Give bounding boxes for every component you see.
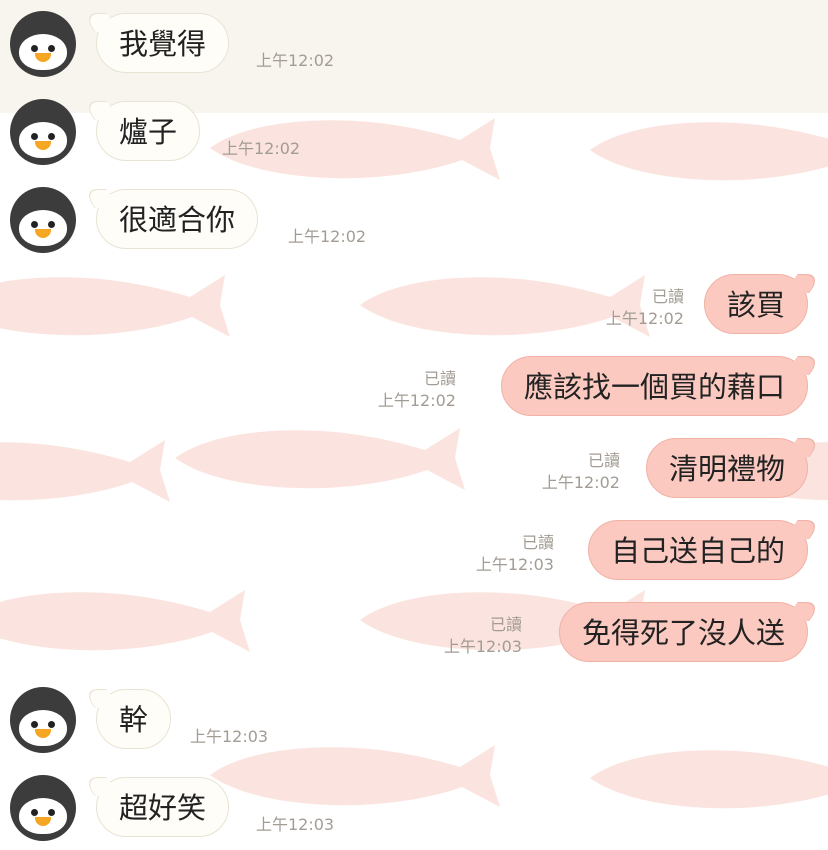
message-timestamp: 上午12:02: [288, 227, 367, 246]
avatar-beak: [35, 729, 51, 738]
avatar-eye-left: [31, 809, 38, 816]
avatar-eye-right: [48, 809, 55, 816]
outgoing-message-bubble[interactable]: 清明禮物: [645, 438, 808, 498]
incoming-message-bubble[interactable]: 我覺得: [96, 13, 230, 73]
message-row[interactable]: 已讀 上午12:02 清明禮物: [0, 436, 828, 508]
incoming-message-bubble[interactable]: 幹: [96, 689, 172, 749]
outgoing-message-bubble[interactable]: 自己送自己的: [587, 520, 808, 580]
penguin-avatar-icon[interactable]: [10, 187, 76, 253]
avatar-eye-right: [48, 45, 55, 52]
avatar-beak: [35, 53, 51, 62]
avatar-beak: [35, 817, 51, 826]
avatar-face: [19, 798, 67, 834]
outgoing-message-bubble[interactable]: 免得死了沒人送: [558, 602, 808, 662]
avatar-eye-right: [48, 221, 55, 228]
message-timestamp: 上午12:02: [605, 309, 684, 328]
message-read-status: 已讀 上午12:03: [444, 614, 522, 658]
avatar-eye-right: [48, 721, 55, 728]
incoming-message-bubble[interactable]: 爐子: [96, 101, 201, 161]
message-read-status: 已讀 上午12:03: [476, 532, 554, 576]
message-timestamp: 上午12:02: [256, 51, 335, 70]
message-timestamp: 上午12:03: [475, 555, 554, 574]
message-timestamp: 上午12:03: [256, 815, 335, 834]
avatar-eye-left: [31, 45, 38, 52]
avatar-eye-right: [48, 133, 55, 140]
message-row[interactable]: 已讀 上午12:03 免得死了沒人送: [0, 600, 828, 672]
read-receipt-label: 已讀: [651, 287, 684, 306]
outgoing-message-bubble[interactable]: 應該找一個買的藉口: [500, 356, 808, 416]
penguin-avatar-icon[interactable]: [10, 11, 76, 77]
avatar-face: [19, 210, 67, 246]
message-timestamp: 上午12:03: [443, 637, 522, 656]
message-read-status: 已讀 上午12:02: [542, 450, 620, 494]
incoming-message-bubble[interactable]: 很適合你: [96, 189, 259, 249]
message-row[interactable]: 超好笑 上午12:03: [0, 764, 828, 850]
message-timestamp: 上午12:03: [190, 727, 269, 746]
read-receipt-label: 已讀: [521, 533, 554, 552]
message-row[interactable]: 我覺得 上午12:02: [0, 0, 828, 88]
avatar-face: [19, 34, 67, 70]
message-row[interactable]: 爐子 上午12:02: [0, 88, 828, 176]
avatar-eye-left: [31, 721, 38, 728]
incoming-message-bubble[interactable]: 超好笑: [96, 777, 230, 837]
read-receipt-label: 已讀: [587, 451, 620, 470]
penguin-avatar-icon[interactable]: [10, 687, 76, 753]
avatar-eye-left: [31, 221, 38, 228]
message-row[interactable]: 已讀 上午12:03 自己送自己的: [0, 518, 828, 590]
message-row[interactable]: 幹 上午12:03: [0, 676, 828, 764]
message-read-status: 已讀 上午12:02: [606, 286, 684, 330]
avatar-face: [19, 122, 67, 158]
read-receipt-label: 已讀: [423, 369, 456, 388]
read-receipt-label: 已讀: [489, 615, 522, 634]
message-row[interactable]: 已讀 上午12:02 應該找一個買的藉口: [0, 354, 828, 426]
avatar-beak: [35, 229, 51, 238]
outgoing-message-bubble[interactable]: 該買: [703, 274, 808, 334]
avatar-face: [19, 710, 67, 746]
avatar-beak: [35, 141, 51, 150]
message-timestamp: 上午12:02: [377, 391, 456, 410]
message-row[interactable]: 已讀 上午12:02 該買: [0, 272, 828, 344]
penguin-avatar-icon[interactable]: [10, 775, 76, 841]
message-timestamp: 上午12:02: [222, 139, 301, 158]
message-read-status: 已讀 上午12:02: [378, 368, 456, 412]
penguin-avatar-icon[interactable]: [10, 99, 76, 165]
message-row[interactable]: 很適合你 上午12:02: [0, 176, 828, 264]
avatar-eye-left: [31, 133, 38, 140]
message-timestamp: 上午12:02: [541, 473, 620, 492]
